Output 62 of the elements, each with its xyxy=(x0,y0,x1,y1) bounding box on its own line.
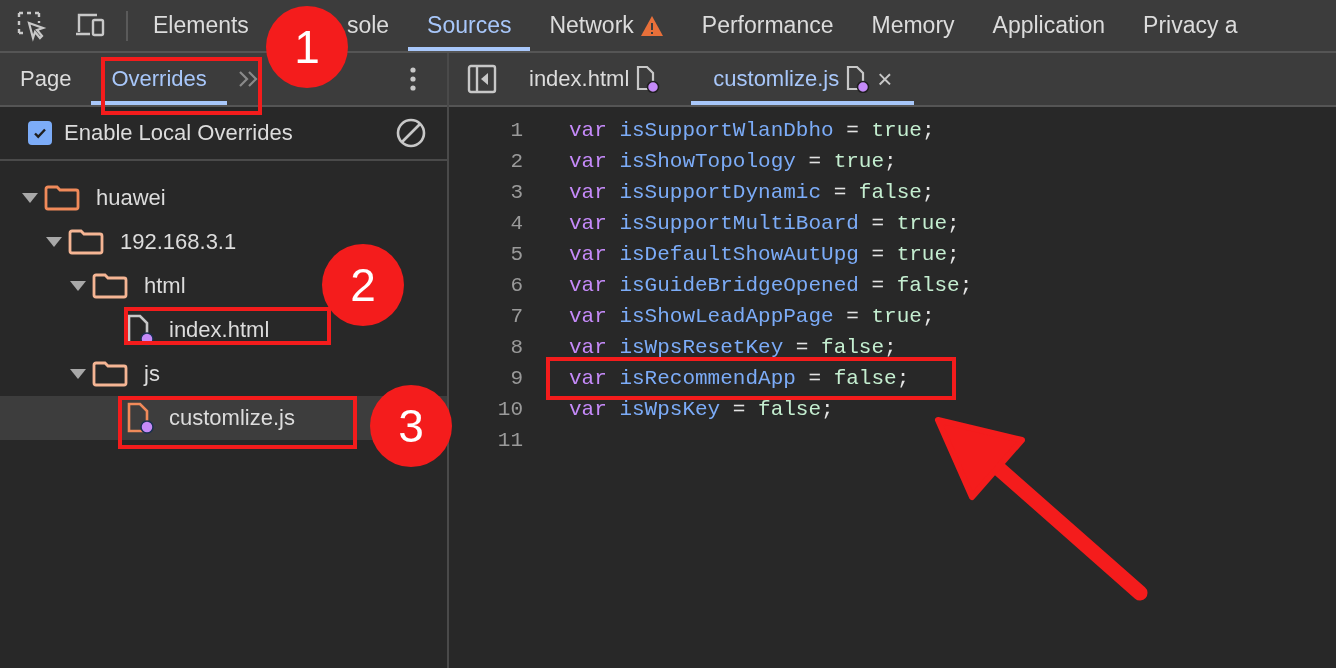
code-line: var isSupportDynamic = false; xyxy=(569,181,935,204)
sidebar-tab[interactable]: Overrides xyxy=(91,53,227,105)
code-line: var isWpsKey = false; xyxy=(569,398,834,421)
code-line: var isRecommendApp = false; xyxy=(569,367,910,390)
code-line: var isShowTopology = true; xyxy=(569,150,897,173)
line-number: 2 xyxy=(509,150,523,173)
line-number: 8 xyxy=(509,336,523,359)
file-name: customlize.js xyxy=(169,405,295,431)
folder-icon xyxy=(92,273,128,299)
panel-tab[interactable]: Application xyxy=(973,0,1125,51)
line-number: 10 xyxy=(496,398,523,421)
code-line: var isGuideBridgeOpened = false; xyxy=(569,274,973,297)
tree-item[interactable]: index.html xyxy=(0,308,270,352)
code-line: var isWpsResetKey = false; xyxy=(569,336,897,359)
folder-icon xyxy=(44,185,80,211)
panel-tab[interactable]: Performance xyxy=(682,0,853,51)
checkbox[interactable] xyxy=(28,121,52,145)
code-line: var isShowLeadAppPage = true; xyxy=(569,305,935,328)
code-line: var isSupportMultiBoard = true; xyxy=(569,212,960,235)
file-tab-label[interactable]: index.html xyxy=(529,66,630,92)
folder-name: huawei xyxy=(96,185,166,211)
line-number: 3 xyxy=(509,181,523,204)
line-number: 5 xyxy=(509,243,523,266)
inspect-icon[interactable] xyxy=(16,9,48,42)
line-number: 11 xyxy=(496,429,523,452)
code-line: var isSupportWlanDbho = true; xyxy=(569,119,935,142)
folder-name: 192.168.3.1 xyxy=(120,229,237,255)
panel-tab[interactable]: Elements xyxy=(134,0,255,51)
expand-triangle-icon[interactable] xyxy=(22,193,38,203)
file-name: index.html xyxy=(169,317,270,343)
step-badge: 2 xyxy=(322,244,404,326)
tree-item[interactable]: js xyxy=(0,352,160,396)
panel-tab[interactable]: Privacy a xyxy=(1124,0,1257,51)
file-tab[interactable]: index.html xyxy=(507,53,684,105)
folder-name: html xyxy=(144,273,186,299)
line-number: 1 xyxy=(509,119,523,142)
line-number: 4 xyxy=(509,212,523,235)
expand-triangle-icon[interactable] xyxy=(70,369,86,379)
panel-tab[interactable]: sole xyxy=(346,0,409,51)
step-badge: 3 xyxy=(370,385,452,467)
folder-name: js xyxy=(144,361,160,387)
line-number: 6 xyxy=(509,274,523,297)
tree-item[interactable]: huawei xyxy=(0,176,166,220)
folder-icon xyxy=(68,229,104,255)
code-line: var isDefaultShowAutUpg = true; xyxy=(569,243,960,266)
file-tab-label[interactable]: customlize.js xyxy=(713,66,840,92)
checkbox-label: Enable Local Overrides xyxy=(64,120,293,146)
sidebar-toggle-icon[interactable] xyxy=(467,64,497,94)
tree-item[interactable]: html xyxy=(0,264,186,308)
tree-item[interactable]: 192.168.3.1 xyxy=(0,220,237,264)
panel-tab[interactable]: Memory xyxy=(852,0,974,51)
line-number: 7 xyxy=(509,305,523,328)
close-button[interactable]: × xyxy=(877,66,893,92)
sidebar-tab[interactable]: Page xyxy=(0,53,92,105)
panel-tab[interactable]: Network xyxy=(530,0,683,51)
line-number: 9 xyxy=(509,367,523,390)
more-icon[interactable] xyxy=(409,66,417,92)
folder-icon xyxy=(92,361,128,387)
clear-icon[interactable] xyxy=(395,117,427,149)
file-tab[interactable]: customlize.js × xyxy=(691,53,915,105)
expand-triangle-icon[interactable] xyxy=(70,281,86,291)
expand-triangle-icon[interactable] xyxy=(46,237,62,247)
